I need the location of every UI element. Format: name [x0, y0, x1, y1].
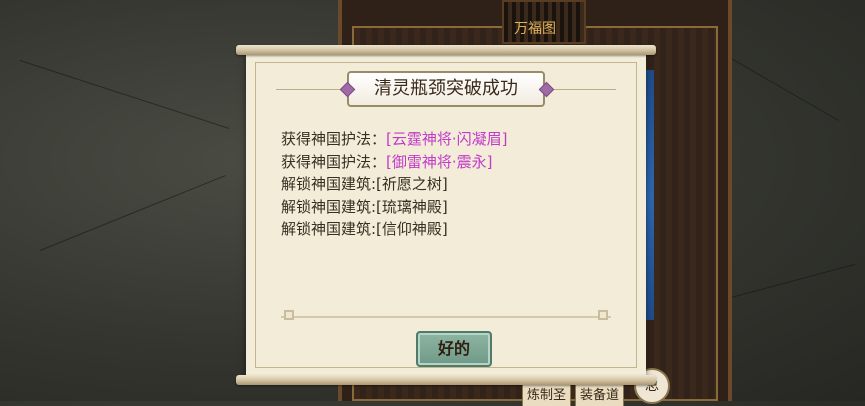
reward-prefix: 获得神国护法：: [281, 130, 387, 148]
divider-line: [281, 316, 611, 318]
background-crack: [719, 263, 856, 301]
dialog-title: 清灵瓶颈突破成功: [347, 71, 545, 107]
reward-item: 解锁神国建筑:[祈愿之树]: [281, 173, 508, 196]
divider-end-right: [598, 310, 608, 320]
scroll-rod-top: [236, 45, 656, 55]
plaque-line-left: [276, 89, 342, 90]
map-title: 万福图: [514, 21, 556, 37]
reward-prefix: 解锁神国建筑:[祈愿之树]: [281, 175, 448, 193]
reward-item: 解锁神国建筑:[信仰神殿]: [281, 218, 508, 241]
ok-button[interactable]: 好的: [416, 331, 492, 367]
reward-prefix: 解锁神国建筑:[琉璃神殿]: [281, 197, 448, 216]
reward-item: 解锁神国建筑:[琉璃神殿]: [281, 196, 508, 219]
reward-list: 获得神国护法：[云霆神将·闪凝眉] 获得神国护法：[御雷神将·震永] 解锁神国建…: [281, 128, 508, 241]
reward-item: 获得神国护法：[御雷神将·震永]: [281, 151, 508, 174]
reward-guardian-name: [云霆神将·闪凝眉]: [386, 130, 508, 148]
reward-item: 获得神国护法：[云霆神将·闪凝眉]: [281, 128, 508, 151]
result-dialog: 清灵瓶颈突破成功 获得神国护法：[云霆神将·闪凝眉] 获得神国护法：[御雷神将·…: [236, 45, 656, 385]
divider-end-left: [284, 310, 294, 320]
reward-prefix: 解锁神国建筑:[信仰神殿]: [281, 220, 448, 238]
background-crack: [19, 60, 230, 129]
dialog-paper: 清灵瓶颈突破成功 获得神国护法：[云霆神将·闪凝眉] 获得神国护法：[御雷神将·…: [246, 53, 646, 377]
background-crack: [39, 175, 226, 251]
reward-prefix: 获得神国护法：: [281, 152, 387, 171]
plaque-line-right: [550, 89, 616, 90]
scroll-rod-bottom: [236, 375, 656, 385]
reward-guardian-name: [御雷神将·震永]: [386, 152, 493, 171]
